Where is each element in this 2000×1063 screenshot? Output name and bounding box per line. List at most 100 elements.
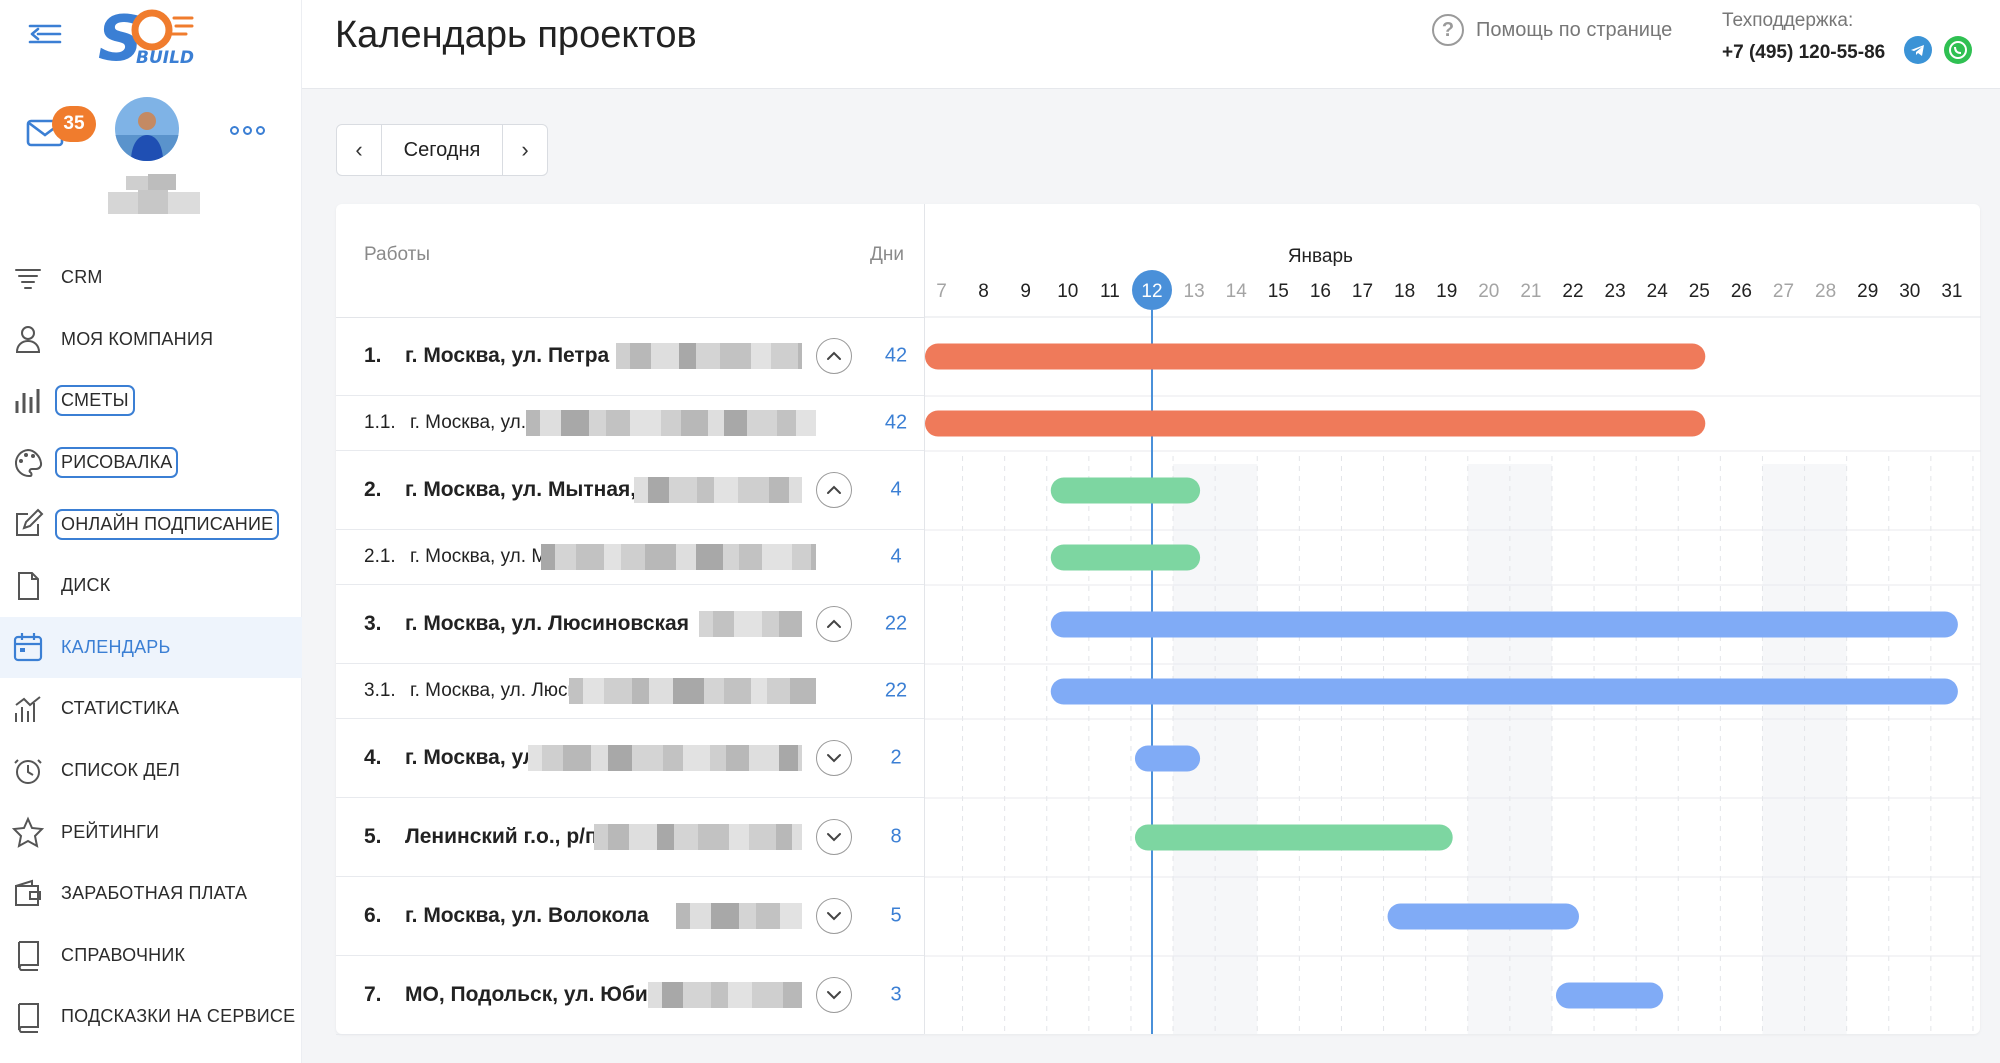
day-label: 14: [1226, 281, 1248, 302]
blurred-text: [699, 611, 802, 637]
gantt-bar: [1134, 824, 1453, 851]
book-icon: [12, 1001, 44, 1033]
day-label: 9: [1020, 281, 1031, 302]
collapse-menu-icon[interactable]: [28, 20, 62, 48]
expand-row-icon[interactable]: [816, 977, 852, 1013]
user-name-blurred: [108, 172, 200, 222]
task-row[interactable]: 4. г. Москва, ул. 2: [336, 719, 924, 798]
avatar[interactable]: [115, 97, 179, 161]
task-row[interactable]: 1. г. Москва, ул. Петра 42: [336, 317, 924, 396]
weekend-column: [1509, 464, 1552, 1034]
day-label: 24: [1647, 281, 1669, 302]
task-row[interactable]: 6. г. Москва, ул. Волокола 5: [336, 877, 924, 956]
wallet-icon: [12, 878, 44, 910]
bar-chart-icon: [12, 385, 44, 417]
row-number: 7.: [364, 983, 382, 1006]
file-icon: [12, 570, 44, 602]
sidebar-item-5[interactable]: ДИСК: [0, 555, 302, 617]
day-label: 22: [1562, 281, 1583, 302]
sidebar-item-label: ДИСК: [61, 575, 111, 596]
sidebar-item-8[interactable]: СПИСОК ДЕЛ: [0, 740, 302, 802]
gantt-bar: [925, 410, 1706, 437]
row-number: 4.: [364, 746, 382, 769]
help-link[interactable]: ? Помощь по странице: [1432, 14, 1672, 46]
day-label: 15: [1268, 281, 1289, 302]
expand-row-icon[interactable]: [816, 740, 852, 776]
sidebar-item-label: СПРАВОЧНИК: [61, 944, 186, 965]
expand-row-icon[interactable]: [816, 819, 852, 855]
day-label: 26: [1731, 281, 1752, 302]
support-label: Техподдержка:: [1722, 10, 1854, 31]
task-row[interactable]: 7. МО, Подольск, ул. Юбил 3: [336, 956, 924, 1035]
gantt-bar: [925, 343, 1706, 370]
sidebar-item-9[interactable]: РЕЙТИНГИ: [0, 801, 302, 863]
subtask-row[interactable]: 2.1. г. Москва, ул. Мытная 4: [336, 530, 924, 585]
collapse-row-icon[interactable]: [816, 606, 852, 642]
whatsapp-icon[interactable]: [1944, 36, 1972, 64]
task-row[interactable]: 2. г. Москва, ул. Мытная, 4: [336, 451, 924, 530]
sidebar-item-label: ЗАРАБОТНАЯ ПЛАТА: [61, 883, 248, 904]
sidebar-item-12[interactable]: ПОДСКАЗКИ НА СЕРВИСЕ: [0, 986, 302, 1048]
subtask-row[interactable]: 3.1. г. Москва, ул. Люсиновск 22: [336, 664, 924, 719]
sidebar-item-11[interactable]: СПРАВОЧНИК: [0, 925, 302, 987]
collapse-row-icon[interactable]: [816, 338, 852, 374]
subtask-row[interactable]: 1.1. г. Москва, ул. Петра 42: [336, 396, 924, 451]
unread-badge: 35: [52, 106, 96, 142]
day-label: 29: [1857, 281, 1878, 302]
prev-period-button[interactable]: ‹: [337, 125, 381, 175]
weekend-column: [1467, 464, 1510, 1034]
row-days: 2: [890, 746, 902, 769]
sidebar-item-label: ПОДСКАЗКИ НА СЕРВИСЕ: [61, 1006, 296, 1027]
page-title: Календарь проектов: [335, 14, 697, 56]
sidebar-item-3[interactable]: РИСОВАЛКА: [0, 432, 302, 494]
day-label: 11: [1100, 281, 1120, 302]
support-phone[interactable]: +7 (495) 120-55-86: [1722, 42, 1885, 64]
sidebar-item-label: ОНЛАЙН ПОДПИСАНИЕ: [55, 508, 280, 540]
clock-icon: [12, 755, 44, 787]
sidebar-item-7[interactable]: СТАТИСТИКА: [0, 678, 302, 740]
sidebar-item-0[interactable]: CRM: [0, 247, 302, 309]
task-row[interactable]: 5. Ленинский г.о., р/п 8: [336, 798, 924, 877]
sidebar-item-label: РИСОВАЛКА: [55, 447, 179, 479]
sidebar-item-label: CRM: [61, 267, 103, 288]
next-period-button[interactable]: ›: [503, 125, 547, 175]
day-label: 27: [1773, 281, 1794, 302]
logo[interactable]: S BUILD: [96, 2, 206, 75]
sidebar-item-2[interactable]: СМЕТЫ: [0, 370, 302, 432]
collapse-row-icon[interactable]: [816, 472, 852, 508]
sidebar-item-label: КАЛЕНДАРЬ: [61, 636, 171, 657]
row-days: 22: [884, 679, 908, 702]
sidebar-item-4[interactable]: ОНЛАЙН ПОДПИСАНИЕ: [0, 493, 302, 555]
day-label: 25: [1689, 281, 1710, 302]
day-label: 8: [978, 281, 989, 302]
row-name: Ленинский г.о., р/п: [405, 825, 598, 848]
works-list: 1. г. Москва, ул. Петра 42 1.1. г. Москва, у…: [336, 317, 924, 1035]
today-button[interactable]: Сегодня: [381, 125, 503, 175]
blurred-text: [528, 745, 802, 771]
blurred-text: [526, 410, 816, 436]
sidebar-item-1[interactable]: МОЯ КОМПАНИЯ: [0, 309, 302, 371]
svg-text:BUILD: BUILD: [136, 48, 194, 68]
task-row[interactable]: 3. г. Москва, ул. Люсиновская 22: [336, 585, 924, 664]
row-number: 3.1.: [364, 680, 396, 701]
day-label: 12: [1141, 281, 1162, 302]
weekend-column: [1215, 464, 1258, 1034]
gantt-bar: [1050, 544, 1201, 571]
column-header-days: Дни: [870, 244, 904, 265]
gantt-bar: [1050, 678, 1958, 705]
row-days: 42: [884, 411, 908, 434]
more-options-icon[interactable]: [230, 120, 268, 140]
sidebar-item-6[interactable]: КАЛЕНДАРЬ: [0, 616, 302, 679]
row-number: 1.: [364, 344, 382, 367]
sidebar-item-10[interactable]: ЗАРАБОТНАЯ ПЛАТА: [0, 863, 302, 925]
day-label: 28: [1815, 281, 1836, 302]
weekend-column: [1804, 464, 1847, 1034]
telegram-icon[interactable]: [1904, 36, 1932, 64]
row-days: 5: [890, 904, 902, 927]
expand-row-icon[interactable]: [816, 898, 852, 934]
day-label: 16: [1310, 281, 1331, 302]
palette-icon: [12, 447, 44, 479]
row-name: г. Москва, ул. Мытная,: [405, 478, 637, 501]
row-days: 4: [890, 545, 902, 568]
gantt-bar: [1555, 982, 1664, 1009]
